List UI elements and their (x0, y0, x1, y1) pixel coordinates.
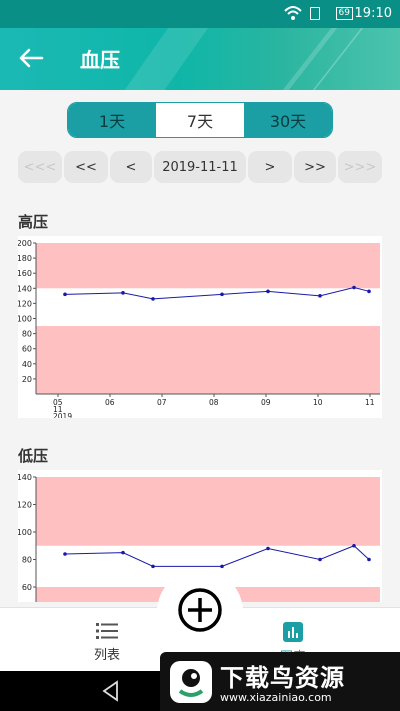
last-page-button[interactable]: >>> (338, 151, 382, 183)
status-bar: 69 19:10 (0, 0, 400, 28)
tab-1-day[interactable]: 1天 (68, 103, 156, 137)
data-point (220, 292, 224, 297)
prev-button[interactable]: < (110, 151, 152, 183)
high-abnormal-band (36, 477, 380, 546)
data-point (352, 285, 356, 290)
tab-list[interactable]: 列表 (77, 622, 137, 663)
list-icon (96, 623, 118, 639)
data-point (220, 564, 224, 569)
y-tick-label: 120 (18, 299, 32, 308)
sim-icon (310, 7, 320, 20)
wifi-icon (284, 6, 302, 20)
systolic-chart: 200180160140120100806040200511201906 07 08… (18, 236, 382, 418)
y-tick-label: 40 (22, 360, 32, 369)
next-button[interactable]: > (248, 151, 292, 183)
series-line (64, 287, 370, 300)
low-abnormal-band (36, 326, 380, 394)
back-arrow-icon[interactable] (18, 46, 46, 70)
data-point (318, 557, 322, 562)
plus-circle-icon (178, 588, 222, 632)
data-point (266, 289, 270, 294)
tab-30-days[interactable]: 30天 (244, 103, 332, 137)
x-tick-label: 07 (157, 398, 167, 407)
y-tick-label: 60 (22, 345, 32, 354)
watermark-url: www.xiazainiao.com (220, 691, 332, 704)
x-tick-label: 2019 (53, 412, 72, 418)
y-tick-label: 140 (18, 284, 32, 293)
x-tick-label: 10 (313, 398, 323, 407)
y-tick-label: 80 (22, 330, 32, 339)
y-tick-label: 100 (18, 315, 32, 324)
y-tick-label: 60 (22, 583, 32, 592)
systolic-label: 高压 (18, 213, 49, 231)
y-tick-label: 100 (18, 528, 32, 537)
tab-7-days[interactable]: 7天 (156, 103, 244, 137)
range-tabs: 1天 7天 30天 (67, 102, 333, 138)
x-tick-label: 09 (261, 398, 271, 407)
y-tick-label: 120 (18, 501, 32, 510)
system-back-icon[interactable] (99, 679, 123, 703)
data-point (151, 564, 155, 569)
data-point (266, 546, 270, 551)
y-tick-label: 140 (18, 473, 32, 482)
data-point (367, 289, 371, 294)
clock: 19:10 (354, 6, 392, 21)
first-page-button[interactable]: <<< (18, 151, 62, 183)
y-tick-label: 180 (18, 254, 32, 263)
diastolic-label: 低压 (18, 447, 49, 465)
bar-chart-icon (283, 622, 303, 642)
tab-list-label: 列表 (93, 648, 120, 663)
x-tick-label: 06 (105, 398, 115, 407)
data-point (121, 291, 125, 295)
high-abnormal-band (36, 243, 380, 289)
date-display[interactable]: 2019-11-11 (154, 151, 246, 183)
y-tick-label: 160 (18, 269, 32, 278)
data-point (151, 297, 155, 301)
data-point (352, 543, 356, 548)
y-tick-label: 20 (22, 375, 32, 384)
data-point (63, 292, 67, 297)
series-line (64, 545, 370, 567)
next-week-button[interactable]: >> (294, 151, 336, 183)
watermark: 下载鸟资源 www.xiazainiao.com (160, 652, 400, 711)
y-tick-label: 80 (22, 556, 32, 565)
bird-logo-icon (170, 661, 212, 703)
data-point (367, 557, 371, 562)
watermark-title: 下载鸟资源 (220, 664, 345, 692)
data-point (318, 294, 322, 298)
prev-week-button[interactable]: << (64, 151, 108, 183)
page-title: 血压 (80, 48, 120, 72)
data-point (63, 552, 67, 556)
x-tick-label: 08 (209, 398, 219, 407)
data-point (121, 550, 125, 555)
y-tick-label: 200 (18, 239, 32, 248)
x-tick-label: 11 (365, 398, 375, 407)
app-bar (0, 28, 400, 90)
battery-icon: 69 (335, 7, 353, 20)
add-record-button[interactable] (157, 569, 243, 655)
